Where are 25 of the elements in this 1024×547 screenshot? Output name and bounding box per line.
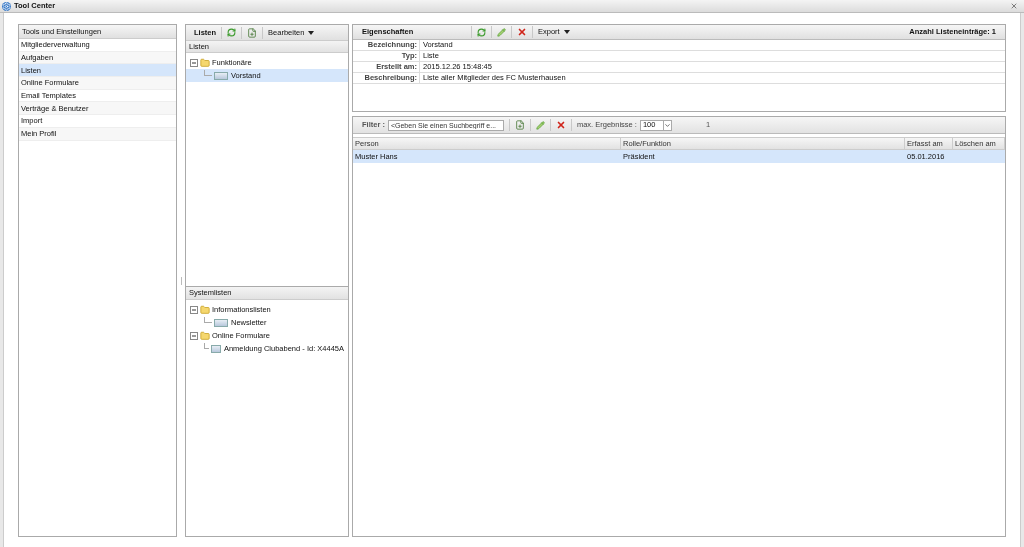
collapse-icon[interactable] xyxy=(190,305,198,314)
dropdown-icon xyxy=(662,120,671,130)
add-icon[interactable] xyxy=(247,27,258,38)
folder-icon xyxy=(200,57,210,68)
list-icon xyxy=(211,344,221,353)
close-icon[interactable] xyxy=(1010,2,1018,10)
collapse-icon[interactable] xyxy=(190,331,198,340)
collapse-icon[interactable] xyxy=(190,58,198,67)
add-icon[interactable] xyxy=(514,120,525,130)
app-icon xyxy=(2,1,11,11)
tree-connector xyxy=(204,342,210,349)
tree-connector xyxy=(204,316,212,323)
edit-icon[interactable] xyxy=(535,120,545,130)
delete-icon[interactable] xyxy=(517,27,527,37)
list-icon xyxy=(214,71,228,80)
tree-connector xyxy=(204,69,212,76)
delete-icon[interactable] xyxy=(555,120,566,130)
edit-icon[interactable] xyxy=(497,27,506,37)
list-icon xyxy=(214,318,228,327)
caret-icon xyxy=(563,30,570,34)
refresh-icon[interactable] xyxy=(477,27,486,37)
folder-icon xyxy=(200,304,210,315)
folder-icon xyxy=(200,330,210,341)
caret-icon xyxy=(308,30,315,35)
refresh-icon[interactable] xyxy=(227,28,237,37)
